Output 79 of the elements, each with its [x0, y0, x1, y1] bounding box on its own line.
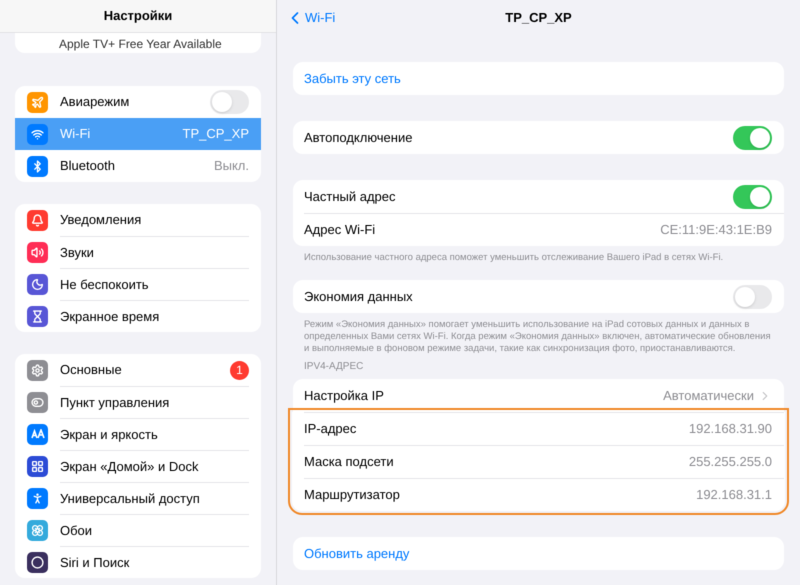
- item-label: Универсальный доступ: [60, 490, 200, 508]
- speaker-icon: [27, 242, 48, 262]
- back-button[interactable]: Wi-Fi: [285, 8, 336, 28]
- wifi-icon: [27, 124, 48, 144]
- item-label: Bluetooth: [60, 157, 115, 176]
- hourglass-icon: [27, 306, 48, 326]
- settings-row[interactable]: Маска подсети 255.255.255.0: [293, 445, 784, 478]
- item-label: Wi-Fi: [60, 125, 90, 144]
- item-label: Экранное время: [60, 308, 160, 326]
- item-value: TP_CP_XP: [182, 125, 249, 144]
- row-value: 192.168.31.90: [688, 420, 772, 438]
- row-label: IP-адрес: [304, 420, 356, 438]
- person-icon: [27, 488, 48, 508]
- settings-row[interactable]: Забыть эту сеть: [293, 62, 784, 95]
- item-label: Звуки: [60, 244, 94, 262]
- item-label: Уведомления: [60, 211, 142, 230]
- item-label: Экран и яркость: [60, 426, 158, 444]
- sidebar-title: Настройки: [104, 7, 172, 26]
- item-label: Обои: [60, 522, 92, 540]
- settings-row[interactable]: Маршрутизатор 192.168.31.1: [293, 478, 784, 511]
- row-label: Экономия данных: [304, 288, 413, 306]
- row-value: 192.168.31.1: [696, 486, 772, 504]
- sidebar-item[interactable]: Универсальный доступ: [15, 482, 261, 514]
- settings-row[interactable]: Экономия данных: [293, 280, 784, 313]
- page-title: TP_CP_XP: [505, 9, 572, 28]
- section-footer: Использование частного адреса поможет уменьшить отслеживание Вашего iPad в сетях Wi-Fi.: [293, 252, 784, 264]
- flower-icon: [27, 520, 48, 540]
- sidebar-item[interactable]: Apple TV+ Free Year Available: [59, 37, 222, 51]
- row-label: Обновить аренду: [304, 544, 410, 563]
- section-footer: Режим «Экономия данных» помогает уменьшить использование на iPad сотовых данных и данных в определенных Вами сетях Wi-Fi. Когда режим «Экономия данных» включен, автоматические обновления и выполняемые в фоновом режиме задачи, такие как синхронизация фото, приостанавливаются.: [293, 319, 784, 355]
- settings-row[interactable]: Автоподключение: [293, 121, 784, 154]
- bell-icon: [27, 210, 48, 230]
- row-value: 255.255.255.0: [688, 453, 772, 472]
- row-label: Автоподключение: [304, 128, 412, 147]
- settings-row[interactable]: Обновить аренду: [293, 537, 784, 570]
- gear-icon: [27, 360, 48, 380]
- item-label: Пункт управления: [60, 394, 170, 412]
- toggle-switch[interactable]: [733, 126, 772, 150]
- item-label: Не беспокоить: [60, 276, 149, 294]
- sidebar-item[interactable]: Siri и Поиск: [15, 546, 261, 578]
- grid-icon: [27, 456, 48, 476]
- row-label: Забыть эту сеть: [304, 70, 401, 88]
- letters-icon: [27, 424, 48, 444]
- row-value: CE:11:9E:43:1E:B9: [660, 221, 772, 240]
- settings-row[interactable]: Адрес Wi-Fi CE:11:9E:43:1E:B9: [293, 213, 784, 246]
- row-label: Маршрутизатор: [304, 486, 400, 504]
- airplane-icon: [27, 92, 48, 112]
- item-label: Авиарежим: [60, 93, 130, 112]
- settings-row[interactable]: Частный адрес: [293, 180, 784, 213]
- sidebar-item[interactable]: Экранное время: [15, 300, 261, 332]
- sidebar-item[interactable]: Уведомления: [15, 204, 261, 236]
- sidebar-item[interactable]: Bluetooth Выкл.: [15, 150, 261, 182]
- sidebar-item[interactable]: Не беспокоить: [15, 268, 261, 300]
- notification-badge: 1: [230, 360, 249, 380]
- row-label: Маска подсети: [304, 453, 394, 472]
- item-label: Основные: [60, 361, 122, 380]
- row-label: Настройка IP: [304, 386, 384, 405]
- settings-row[interactable]: Настройка IP Автоматически: [293, 379, 784, 412]
- settings-row[interactable]: IP-адрес 192.168.31.90: [293, 412, 784, 445]
- toggle-icon: [27, 392, 48, 412]
- toggle-switch[interactable]: [210, 90, 249, 114]
- sidebar-item[interactable]: Авиарежим: [15, 86, 261, 118]
- item-label: Экран «Домой» и Dock: [60, 458, 198, 476]
- sidebar-item[interactable]: Звуки: [15, 236, 261, 268]
- row-label: Частный адрес: [304, 188, 396, 206]
- sidebar-item[interactable]: Основные 1: [15, 354, 261, 386]
- toggle-switch[interactable]: [733, 184, 772, 208]
- item-label: Siri и Поиск: [60, 554, 130, 572]
- row-value: Автоматически: [663, 386, 754, 405]
- row-label: Адрес Wi-Fi: [304, 221, 376, 240]
- section-header: IPV4-АДРЕС: [303, 360, 364, 374]
- moon-icon: [27, 274, 48, 294]
- item-value: Выкл.: [214, 157, 249, 176]
- sidebar-item[interactable]: Пункт управления: [15, 386, 261, 418]
- sidebar-item[interactable]: Экран и яркость: [15, 418, 261, 450]
- bluetooth-icon: [27, 156, 48, 176]
- toggle-switch[interactable]: [733, 284, 772, 308]
- sidebar-item[interactable]: Экран «Домой» и Dock: [15, 450, 261, 482]
- sidebar-item[interactable]: Обои: [15, 514, 261, 546]
